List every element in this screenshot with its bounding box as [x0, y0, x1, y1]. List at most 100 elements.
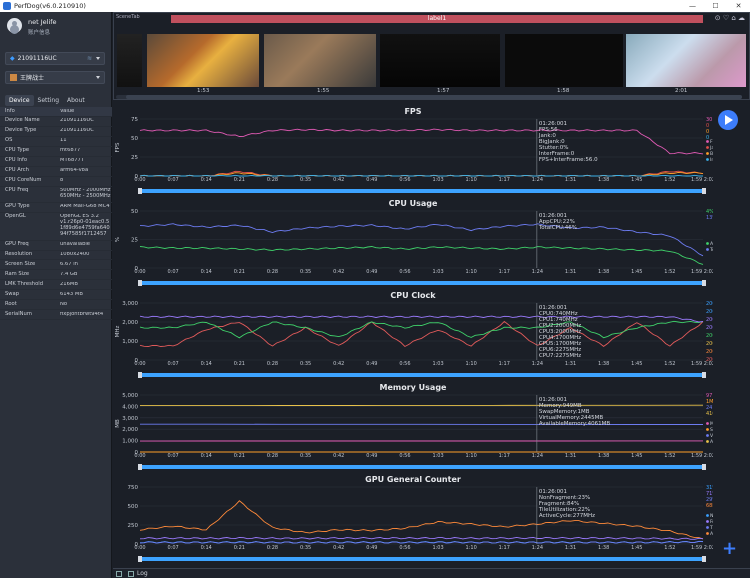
- scene-toolbar-icons[interactable]: ⊙ ♡ ⌂ ☁: [715, 14, 745, 22]
- x-tick-label: 0:49: [366, 453, 377, 459]
- x-tick-label: 0:56: [399, 269, 410, 275]
- table-row: CPU Info MT6877T: [0, 157, 112, 167]
- row-value: 21091116UC: [60, 118, 94, 124]
- scene-tab-label[interactable]: SceneTab: [116, 14, 140, 20]
- x-tick-label: 1:52: [664, 361, 675, 367]
- scene-screenshot[interactable]: [626, 34, 746, 87]
- legend-item[interactable]: BigJank(严重卡顿): [710, 150, 713, 157]
- user-panel: net Jelife 账户信息: [0, 12, 112, 46]
- row-value: 7.4 GB: [60, 271, 78, 277]
- window-title: PerfDog(v6.0.210910): [14, 2, 86, 10]
- log-checkbox[interactable]: [128, 570, 134, 577]
- x-tick-label: 0:07: [168, 269, 179, 275]
- table-row: CPU Freq 500MHz - 2000MHz 650MHz - 2500MH…: [0, 187, 112, 203]
- chart-svg[interactable]: 5,0004,0003,0002,0001,0000MB0:00 0:07 0:14…: [113, 383, 713, 473]
- minimize-button[interactable]: —: [681, 0, 704, 12]
- legend-item[interactable]: AppCPU: [710, 241, 713, 247]
- x-tick-label: 0:35: [300, 177, 311, 183]
- add-chart-button[interactable]: +: [722, 538, 737, 559]
- legend-dot: [706, 434, 709, 437]
- legend-item[interactable]: InterFrame: [710, 157, 713, 163]
- x-tick-label: 1:45: [631, 361, 642, 367]
- x-tick-label: 0:21: [234, 361, 245, 367]
- time-range-slider[interactable]: [138, 464, 706, 470]
- scene-screenshot[interactable]: [380, 34, 500, 87]
- row-value: 8: [60, 178, 64, 184]
- row-value: ARM Mali-G68 MC4: [60, 204, 110, 210]
- scene-screenshot[interactable]: [117, 34, 142, 87]
- close-button[interactable]: ✕: [727, 0, 750, 12]
- legend-item[interactable]: TileUtilization: [709, 525, 713, 531]
- legend-item[interactable]: FPS: [710, 139, 713, 145]
- row-value: 500MHz - 2000MHz 650MHz - 2500MHz: [60, 188, 111, 200]
- avatar[interactable]: [7, 18, 22, 33]
- scene-scrollbar[interactable]: [116, 95, 742, 99]
- time-range-slider[interactable]: [138, 188, 706, 194]
- table-row: CPU Arch arm64-v8a: [0, 167, 112, 177]
- x-tick-label: 1:45: [631, 545, 642, 551]
- device-select[interactable]: ◆ 21091116UC ≋: [5, 52, 105, 65]
- x-tick-label: 0:07: [168, 453, 179, 459]
- play-button[interactable]: [718, 110, 738, 130]
- tab-about[interactable]: About: [63, 95, 89, 106]
- time-range-slider[interactable]: [138, 372, 706, 378]
- table-row: GPU Freq unavailable: [0, 241, 112, 251]
- x-tick-label: 0:56: [399, 545, 410, 551]
- chart-svg[interactable]: 7550250FPS0:00 0:07 0:14 0:21 0:28 0:35 0:42 0:…: [113, 107, 713, 197]
- x-tick-label: 1:45: [631, 269, 642, 275]
- user-name: net Jelife: [28, 18, 57, 26]
- label-bar[interactable]: label1: [171, 15, 703, 23]
- legend-item[interactable]: SwapMemory: [710, 427, 713, 433]
- x-tick-label: 1:17: [499, 453, 510, 459]
- table-row: Swap 6143 MB: [0, 290, 112, 301]
- legend-item[interactable]: Memory: [710, 421, 713, 427]
- x-tick-label: 0:49: [366, 269, 377, 275]
- x-tick-label: 1:10: [466, 361, 477, 367]
- expand-log-icon[interactable]: [116, 570, 122, 577]
- x-tick-label: 0:35: [300, 453, 311, 459]
- x-tick-label: 0:21: [234, 545, 245, 551]
- android-icon: ◆: [10, 55, 15, 62]
- app-select[interactable]: 王牌战士: [5, 71, 105, 84]
- series-line: [139, 174, 703, 177]
- legend-item[interactable]: Fragment: [710, 519, 713, 525]
- time-range-slider[interactable]: [138, 280, 706, 286]
- app-icon-thumb: [10, 74, 17, 81]
- legend-item[interactable]: ActiveCycle: [710, 531, 713, 537]
- x-tick-label: 1:31: [565, 453, 576, 459]
- x-tick-label: 1:59 2:02: [691, 177, 713, 183]
- x-tick-label: 0:42: [333, 361, 344, 367]
- maximize-button[interactable]: ☐: [704, 0, 727, 12]
- x-tick-label: 0:21: [234, 269, 245, 275]
- legend-item[interactable]: AvailableMe...: [710, 439, 713, 445]
- legend-item[interactable]: Jank(卡顿次数): [709, 144, 713, 151]
- x-tick-label: 1:45: [631, 453, 642, 459]
- legend-value: 4105MB: [706, 411, 713, 417]
- legend-item[interactable]: TotalCPU: [709, 247, 713, 253]
- x-tick-label: 0:56: [399, 177, 410, 183]
- legend-item[interactable]: NonFragment: [710, 513, 713, 519]
- tab-setting[interactable]: Setting: [34, 95, 63, 106]
- series-line: [139, 500, 704, 540]
- legend-dot: [706, 520, 709, 523]
- chart-svg[interactable]: 75050025000:00 0:07 0:14 0:21 0:28 0:35 0:42 0:…: [113, 475, 714, 565]
- x-tick-label: 0:14: [201, 361, 212, 367]
- series-line: [139, 128, 704, 155]
- chart-svg[interactable]: 50250%0:00 0:07 0:14 0:21 0:28 0:35 0:42 0:49 0:…: [113, 199, 713, 289]
- header-value: Value: [60, 108, 75, 114]
- row-key: Root: [5, 300, 17, 307]
- scene-screenshot[interactable]: [505, 34, 623, 87]
- x-tick-label: 1:17: [499, 545, 510, 551]
- legend-value: 2000MHz: [706, 333, 713, 339]
- account-info-link[interactable]: 账户信息: [28, 28, 50, 36]
- scene-screenshot[interactable]: [264, 34, 376, 87]
- time-range-slider[interactable]: [138, 556, 706, 562]
- scene-screenshot[interactable]: [147, 34, 259, 87]
- tab-device[interactable]: Device: [5, 95, 34, 106]
- x-tick-label: 1:31: [565, 269, 576, 275]
- y-tick-label: 750: [128, 485, 139, 491]
- x-tick-label: 1:31: [565, 177, 576, 183]
- chart-svg[interactable]: 3,0002,0001,0000MHz0:00 0:07 0:14 0:21 0:28 0…: [113, 291, 713, 381]
- legend-item[interactable]: VirtualMemory: [710, 433, 713, 439]
- x-tick-label: 0:00: [134, 269, 145, 275]
